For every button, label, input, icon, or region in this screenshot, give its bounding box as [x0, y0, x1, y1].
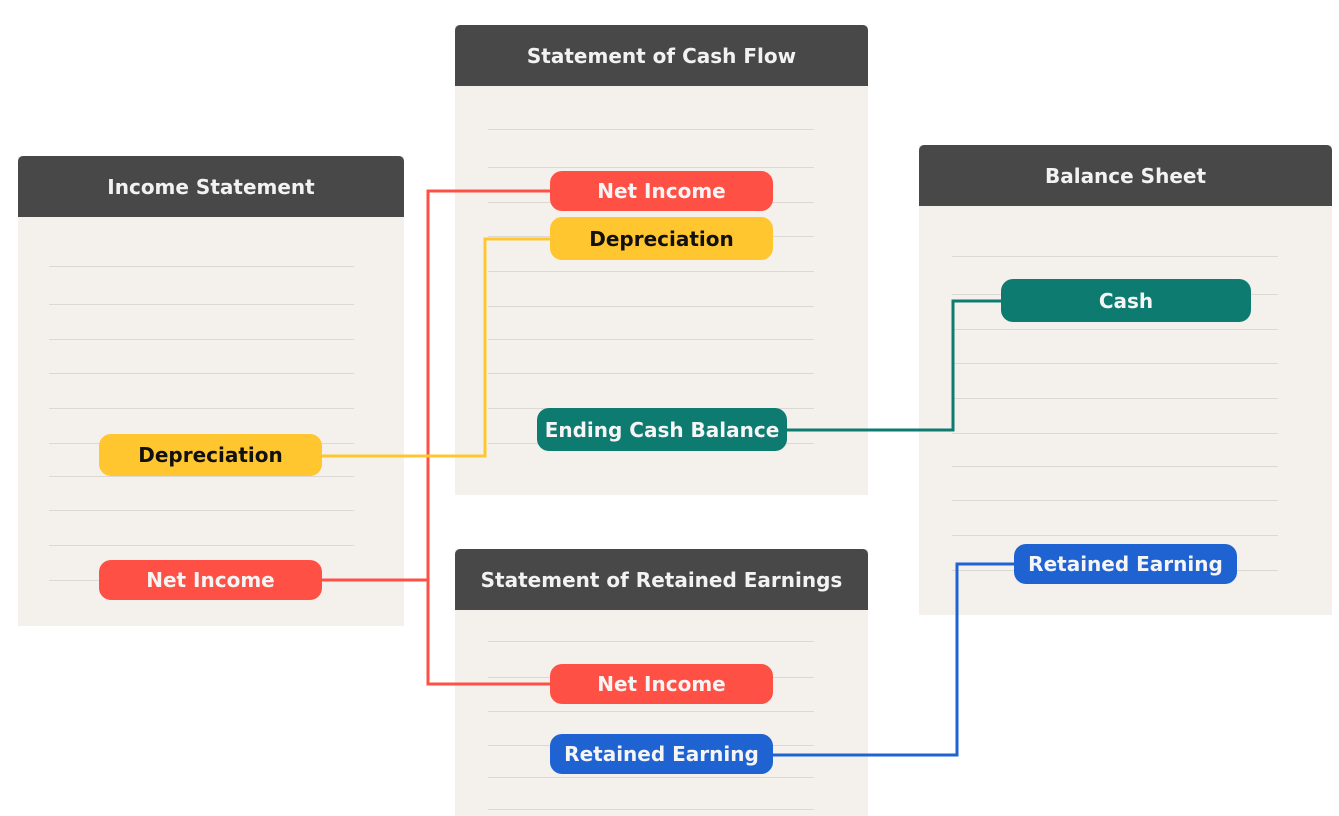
income-net-income-pill[interactable]: Net Income: [99, 560, 322, 600]
balance-retained-earning-pill[interactable]: Retained Earning: [1014, 544, 1237, 584]
net-income-connector: [426, 189, 550, 686]
ending-cash-balance-pill[interactable]: Ending Cash Balance: [537, 408, 787, 451]
cashflow-depreciation-pill[interactable]: Depreciation: [550, 217, 773, 260]
retained-earning-connector: [773, 562, 1014, 757]
retained-retained-earning-pill[interactable]: Retained Earning: [550, 734, 773, 774]
depreciation-connector: [322, 237, 550, 458]
balance-cash-pill[interactable]: Cash: [1001, 279, 1251, 322]
retained-net-income-pill[interactable]: Net Income: [550, 664, 773, 704]
cash-connector: [787, 299, 1001, 432]
cashflow-net-income-pill[interactable]: Net Income: [550, 171, 773, 211]
income-depreciation-pill[interactable]: Depreciation: [99, 434, 322, 476]
